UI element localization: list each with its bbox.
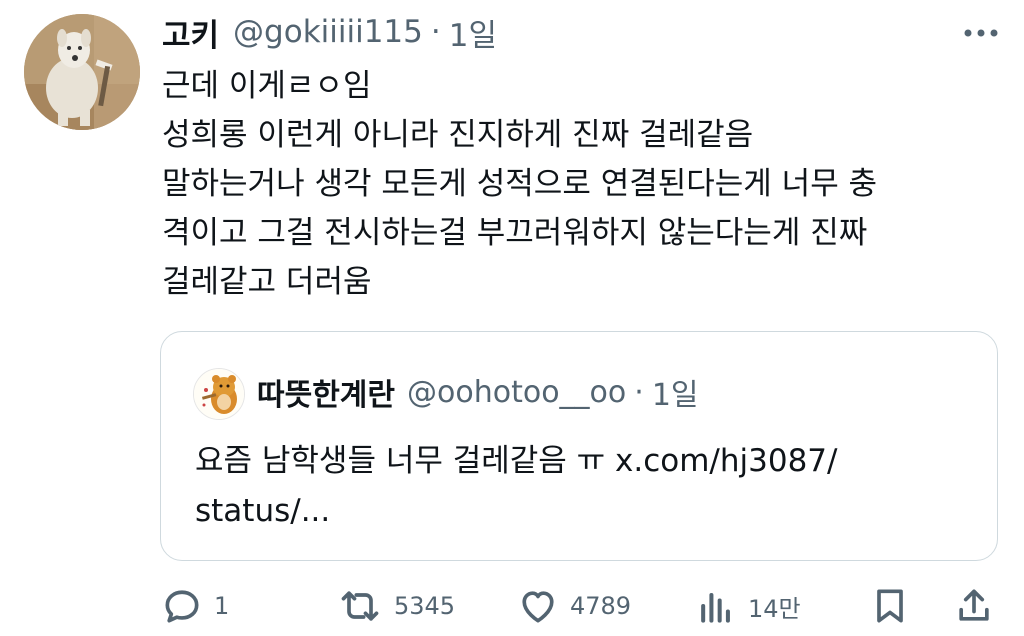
quoted-text-line: 요즘 남학생들 너무 걸레같음 ㅠ x.com/hj3087/: [195, 443, 838, 479]
tweet-text-line: 격이고 그걸 전시하는걸 부끄러워하지 않는다는게 진짜: [162, 215, 868, 251]
tweet-time[interactable]: 1일: [449, 10, 497, 55]
tweet-text: 근데 이게ㄹㅇ임 성희롱 이런게 아니라 진지하게 진짜 걸레같음 말하는거나 …: [162, 62, 1010, 307]
views-button[interactable]: 14만: [694, 584, 801, 628]
retweet-button[interactable]: 5345: [336, 584, 455, 628]
quoted-text-line: status/...: [195, 493, 331, 529]
quoted-tweet[interactable]: 따뜻한계란 @oohotoo__oo · 1일 요즘 남학생들 너무 걸레같음 …: [160, 331, 998, 561]
tweet-actions: 1 5345 4789 14만: [160, 584, 1000, 628]
views-icon: [701, 592, 730, 623]
bookmark-button[interactable]: [868, 584, 912, 628]
like-button[interactable]: 4789: [516, 584, 631, 628]
author-name[interactable]: 고키: [162, 10, 219, 55]
quoted-tweet-text: 요즘 남학생들 너무 걸레같음 ㅠ x.com/hj3087/ status/.…: [195, 436, 965, 536]
quoted-tweet-header: 따뜻한계란 @oohotoo__oo · 1일: [257, 370, 699, 414]
views-count: 14만: [748, 594, 801, 623]
author-handle[interactable]: @gokiiiii115: [233, 14, 423, 50]
author-avatar[interactable]: [24, 14, 140, 130]
reply-icon: [165, 590, 199, 623]
more-icon: [964, 29, 998, 37]
quoted-author-avatar: [193, 368, 245, 420]
quoted-author-name: 따뜻한계란: [257, 378, 395, 413]
tweet-header: 고키 @gokiiiii115 · 1일: [162, 10, 497, 55]
reply-button[interactable]: 1: [160, 584, 229, 628]
like-count: 4789: [570, 592, 632, 620]
more-button[interactable]: [958, 18, 1004, 48]
retweet-count: 5345: [394, 592, 456, 620]
dog-photo: [24, 14, 140, 130]
quoted-author-handle: @oohotoo__oo: [407, 374, 627, 410]
separator-dot: ·: [430, 14, 441, 50]
quoted-tweet-time: 1일: [651, 378, 699, 413]
tweet-text-line: 걸레같고 더러움: [162, 264, 372, 300]
share-button[interactable]: [952, 584, 996, 628]
reply-count: 1: [214, 592, 230, 620]
tweet-text-line: 말하는거나 생각 모든게 성적으로 연결된다는게 너무 충: [162, 166, 878, 202]
tweet-text-line: 성희롱 이런게 아니라 진지하게 진짜 걸레같음: [162, 117, 754, 153]
share-icon: [959, 589, 989, 621]
retweet-icon: [341, 591, 379, 621]
heart-icon: [522, 591, 554, 623]
bookmark-icon: [877, 589, 903, 623]
tweet-text-line: 근데 이게ㄹㅇ임: [162, 68, 372, 104]
cartoon-hamster-image: [194, 369, 244, 419]
separator-dot: ·: [634, 374, 644, 410]
